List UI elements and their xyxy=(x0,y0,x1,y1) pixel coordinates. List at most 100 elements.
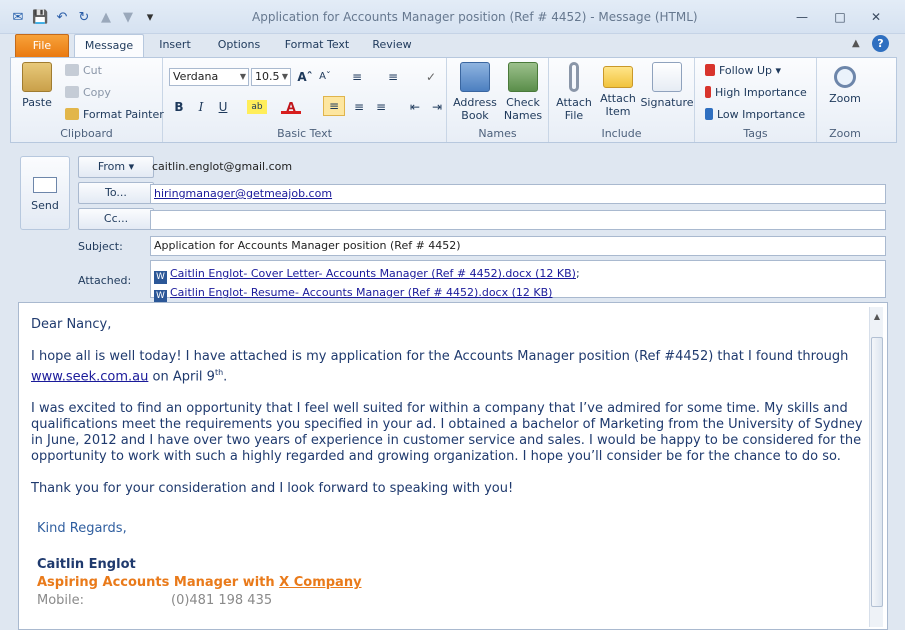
zoom-button[interactable]: Zoom xyxy=(821,62,869,105)
tags-group: Follow Up ▾ High Importance Low Importan… xyxy=(695,58,817,142)
tab-insert[interactable]: Insert xyxy=(150,34,200,58)
scroll-up-icon[interactable]: ▲ xyxy=(871,309,883,321)
highlight-icon[interactable]: ab xyxy=(247,100,267,114)
align-left-icon[interactable]: ≡ xyxy=(323,96,345,116)
address-book-button[interactable]: Address Book xyxy=(451,62,499,122)
undo-icon[interactable]: ↶ xyxy=(54,10,70,26)
grow-font-icon[interactable]: Aˆ xyxy=(295,68,315,86)
clear-format-icon[interactable]: ✓ xyxy=(421,68,441,86)
seek-link[interactable]: www.seek.com.au xyxy=(31,369,148,384)
chevron-down-icon: ▼ xyxy=(239,72,246,81)
bullets-icon[interactable]: ≡ xyxy=(347,68,367,86)
bold-icon[interactable]: B xyxy=(169,98,189,116)
attachments-field[interactable]: W Caitlin Englot- Cover Letter- Accounts … xyxy=(150,260,886,303)
attach-item-button[interactable]: Attach Item xyxy=(595,62,641,118)
italic-icon[interactable]: I xyxy=(191,98,211,116)
attach-file-button[interactable]: Attach File xyxy=(551,62,597,122)
decrease-indent-icon[interactable]: ⇤ xyxy=(405,98,425,116)
vertical-scrollbar[interactable]: ▲ xyxy=(869,307,883,627)
attachment-item[interactable]: W Caitlin Englot- Cover Letter- Accounts … xyxy=(154,265,882,284)
paragraph-3: Thank you for your consideration and I l… xyxy=(31,481,514,497)
down-arrow-icon xyxy=(705,108,713,120)
tab-format-text[interactable]: Format Text xyxy=(278,34,356,58)
address-book-icon xyxy=(460,62,490,92)
signature-title: Aspiring Accounts Manager with X Company xyxy=(37,575,362,591)
numbering-icon[interactable]: ≡ xyxy=(383,68,403,86)
font-color-icon[interactable]: A xyxy=(281,98,301,114)
outlook-app-icon[interactable]: ✉ xyxy=(10,10,26,26)
send-button[interactable]: Send xyxy=(20,156,70,230)
align-right-icon[interactable]: ≡ xyxy=(371,98,391,116)
to-field[interactable]: hiringmanager@getmeajob.com xyxy=(150,184,886,204)
collapse-ribbon-icon[interactable]: ▲ xyxy=(852,38,860,49)
attached-label: Attached: xyxy=(78,274,132,287)
signature-regards: Kind Regards, xyxy=(37,521,127,537)
tab-options[interactable]: Options xyxy=(210,34,268,58)
down-arrow-icon[interactable]: ▼ xyxy=(120,10,136,26)
tab-review[interactable]: Review xyxy=(364,34,420,58)
copy-button[interactable]: Copy xyxy=(65,86,111,99)
flag-icon xyxy=(705,64,715,76)
company-link[interactable]: X Company xyxy=(279,575,361,590)
signature-button[interactable]: Signature xyxy=(639,62,695,109)
scrollbar-thumb[interactable] xyxy=(871,337,883,607)
font-name-combo[interactable]: Verdana ▼ xyxy=(169,68,249,86)
format-painter-button[interactable]: Format Painter xyxy=(65,108,164,121)
up-arrow-icon[interactable]: ▲ xyxy=(98,10,114,26)
from-value: caitlin.englot@gmail.com xyxy=(152,160,293,173)
zoom-label: Zoom xyxy=(829,127,861,140)
shrink-font-icon[interactable]: Aˇ xyxy=(315,68,335,86)
save-icon[interactable]: 💾 xyxy=(32,10,48,26)
subject-field[interactable]: Application for Accounts Manager positio… xyxy=(150,236,886,256)
font-size-combo[interactable]: 10.5 ▼ xyxy=(251,68,291,86)
zoom-group: Zoom Zoom xyxy=(817,58,873,142)
minimize-button[interactable]: — xyxy=(788,6,816,28)
underline-icon[interactable]: U xyxy=(213,98,233,116)
paragraph-1: I hope all is well today! I have attache… xyxy=(31,349,849,385)
ribbon: Paste Cut Copy Format Painter Clipboard … xyxy=(10,57,897,143)
maximize-button[interactable]: □ xyxy=(826,6,854,28)
greeting: Dear Nancy, xyxy=(31,317,112,332)
signature-mobile: Mobile: (0)481 198 435 xyxy=(37,593,273,609)
increase-indent-icon[interactable]: ⇥ xyxy=(427,98,447,116)
cc-button[interactable]: Cc... xyxy=(78,208,154,230)
tab-file[interactable]: File xyxy=(15,34,69,58)
signature-icon xyxy=(652,62,682,92)
copy-icon xyxy=(65,86,79,98)
basic-text-label: Basic Text xyxy=(277,127,332,140)
names-group: Address Book Check Names Names xyxy=(447,58,549,142)
envelope-icon xyxy=(603,66,633,88)
to-recipient[interactable]: hiringmanager@getmeajob.com xyxy=(154,187,332,200)
paste-icon xyxy=(22,62,52,92)
ribbon-tabs: File Message Insert Options Format Text … xyxy=(0,34,905,58)
paperclip-icon xyxy=(569,62,579,92)
title-bar: ✉ 💾 ↶ ↻ ▲ ▼ ▾ Application for Accounts M… xyxy=(0,0,905,34)
check-names-button[interactable]: Check Names xyxy=(499,62,547,122)
to-button[interactable]: To... xyxy=(78,182,154,204)
signature-name: Caitlin Englot xyxy=(37,557,136,573)
basic-text-group: Verdana ▼ 10.5 ▼ Aˆ Aˇ ≡ ≡ ✓ B I U ab A ≡ … xyxy=(163,58,447,142)
high-importance-button[interactable]: High Importance xyxy=(705,86,807,99)
clipboard-label: Clipboard xyxy=(60,127,113,140)
word-doc-icon: W xyxy=(154,271,167,284)
low-importance-button[interactable]: Low Importance xyxy=(705,108,805,121)
paste-button[interactable]: Paste xyxy=(17,62,57,109)
tab-message[interactable]: Message xyxy=(74,34,144,58)
follow-up-button[interactable]: Follow Up ▾ xyxy=(705,64,781,77)
paragraph-2: I was excited to find an opportunity tha… xyxy=(31,401,863,465)
align-center-icon[interactable]: ≡ xyxy=(349,98,369,116)
message-header: Send From ▾ caitlin.englot@gmail.com To.… xyxy=(14,150,890,303)
customize-qat-icon[interactable]: ▾ xyxy=(142,10,158,26)
clipboard-group: Paste Cut Copy Format Painter Clipboard xyxy=(11,58,164,142)
message-body[interactable]: Dear Nancy, I hope all is well today! I … xyxy=(18,302,888,630)
from-button[interactable]: From ▾ xyxy=(78,156,154,178)
redo-icon[interactable]: ↻ xyxy=(76,10,92,26)
cut-button[interactable]: Cut xyxy=(65,64,102,77)
cc-field[interactable] xyxy=(150,210,886,230)
attachment-item[interactable]: W Caitlin Englot- Resume- Accounts Manage… xyxy=(154,284,882,303)
names-label: Names xyxy=(478,127,517,140)
help-icon[interactable]: ? xyxy=(872,35,889,52)
close-button[interactable]: ✕ xyxy=(862,6,890,28)
include-label: Include xyxy=(601,127,642,140)
scissors-icon xyxy=(65,64,79,76)
